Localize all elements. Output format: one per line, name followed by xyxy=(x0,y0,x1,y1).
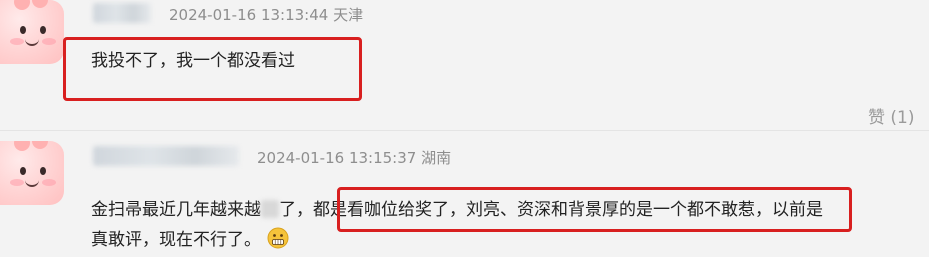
comment-body-line-2: 真敢评，现在不行了。 xyxy=(91,224,289,256)
comment-timestamp: 2024-01-16 13:13:44 xyxy=(169,6,329,24)
comment-meta: 2024-01-16 13:13:44 天津 xyxy=(169,4,363,25)
comment-location: 天津 xyxy=(333,6,364,24)
comment-segment: 金扫帚最近几年越来越 xyxy=(91,200,261,220)
blurred-word xyxy=(261,200,279,218)
like-button[interactable]: 赞 (1) xyxy=(868,103,914,128)
grimace-emoji-icon xyxy=(267,227,289,249)
comment-thread: 2024-01-16 13:13:44 天津 我投不了，我一个都没看过 赞 (1… xyxy=(0,0,929,257)
comment-segment: 了， xyxy=(279,200,313,220)
comment-segment: 真敢评，现在不行了。 xyxy=(91,230,261,250)
user-avatar[interactable] xyxy=(0,141,64,205)
highlight-box xyxy=(63,37,362,101)
comment-divider xyxy=(0,130,929,131)
comment-timestamp: 2024-01-16 13:15:37 xyxy=(257,149,417,167)
username-blurred[interactable] xyxy=(93,146,239,166)
comment-location: 湖南 xyxy=(421,149,452,167)
highlight-box xyxy=(337,187,852,232)
username-blurred[interactable] xyxy=(93,3,151,23)
user-avatar[interactable] xyxy=(0,0,64,64)
comment-meta: 2024-01-16 13:15:37 湖南 xyxy=(257,147,451,168)
